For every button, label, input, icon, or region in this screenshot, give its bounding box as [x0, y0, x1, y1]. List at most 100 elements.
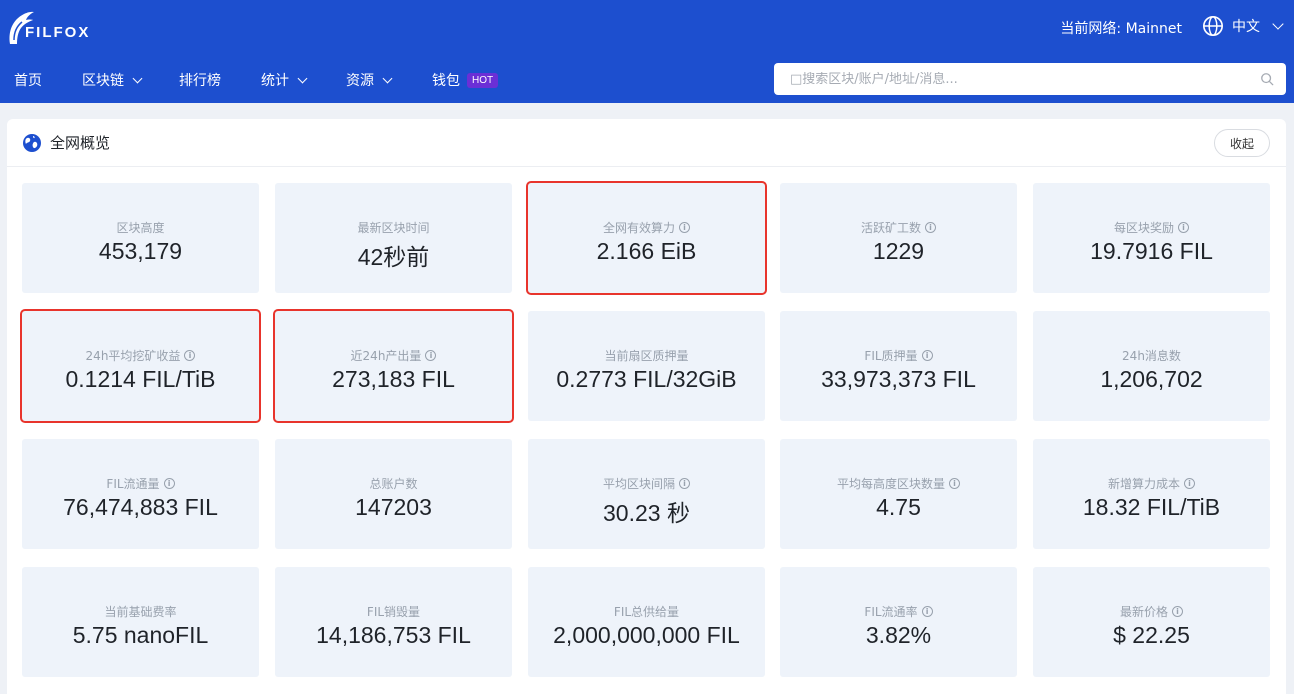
search-icon[interactable] [1260, 72, 1274, 86]
stat-label-text: FIL流通量 [106, 477, 160, 491]
stat-card: FIL销毁量 14,186,753 FIL [275, 567, 512, 677]
stat-label: 当前扇区质押量 [528, 347, 765, 364]
info-icon[interactable]: i [949, 478, 960, 489]
info-icon[interactable]: i [1184, 478, 1195, 489]
stat-label-text: FIL流通率 [864, 605, 918, 619]
stat-card: 区块高度 453,179 [22, 183, 259, 293]
top-header: FILFOX 当前网络: Mainnet 中文 首页 区块链 排行榜 统计 资源 [0, 0, 1294, 103]
info-icon[interactable]: i [679, 478, 690, 489]
info-icon[interactable]: i [925, 222, 936, 233]
stat-value: 2,000,000,000 FIL [553, 622, 740, 648]
stat-label-text: 全网有效算力 [602, 221, 675, 235]
nav-resources[interactable]: 资源 [346, 70, 393, 90]
stat-label: 新增算力成本 i [1033, 475, 1270, 492]
stat-label-text: FIL质押量 [864, 349, 918, 363]
info-icon[interactable]: i [1172, 606, 1183, 617]
stat-value: 33,973,373 FIL [821, 366, 976, 392]
stat-card: 最新价格 i $ 22.25 [1033, 567, 1270, 677]
info-icon[interactable]: i [921, 606, 933, 617]
stat-card: 活跃矿工数 i 1229 [780, 183, 1017, 293]
stat-label: 全网有效算力 i [528, 219, 765, 236]
stat-label: FIL销毁量 [275, 603, 512, 620]
stat-label: 区块高度 [22, 219, 259, 236]
stat-label-text: 区块高度 [116, 221, 165, 235]
info-icon[interactable]: i [679, 222, 690, 233]
stat-value: 1229 [872, 238, 925, 264]
stat-label: 近24h产出量 i [275, 347, 512, 364]
stat-label-text: 24h消息数 [1122, 349, 1181, 363]
stat-label: 每区块奖励 i [1033, 219, 1270, 236]
stat-label-text: 最新价格 [1119, 605, 1168, 619]
stat-value: 42秒前 [357, 244, 430, 270]
stat-label-text: 当前基础费率 [104, 605, 177, 619]
stat-label-text: 24h平均挖矿收益 [85, 349, 181, 363]
stat-value: 453,179 [98, 238, 183, 264]
nav-wallet[interactable]: 钱包 HOT [432, 70, 499, 90]
nav-ranking[interactable]: 排行榜 [179, 70, 221, 90]
stat-value: $ 22.25 [1113, 622, 1190, 648]
stat-label-text: 最新区块时间 [357, 221, 430, 235]
nav-label: 资源 [346, 73, 374, 89]
stat-value: 5.75 nanoFIL [72, 622, 209, 648]
stat-label: 平均每高度区块数量 i [780, 475, 1017, 492]
globe-icon [1203, 16, 1223, 36]
stat-label-text: 当前扇区质押量 [604, 349, 689, 363]
stat-label-text: 总账户数 [369, 477, 418, 491]
stat-value: 30.23 秒 [603, 500, 690, 526]
nav-blockchain[interactable]: 区块链 [82, 70, 143, 90]
nav-stats[interactable]: 统计 [261, 70, 308, 90]
language-label: 中文 [1232, 19, 1260, 35]
stat-card: 全网有效算力 i 2.166 EiB [526, 181, 767, 295]
stat-card: 平均区块间隔 i 30.23 秒 [528, 439, 765, 549]
stat-label: 24h平均挖矿收益 i [22, 347, 259, 364]
chevron-down-icon [297, 73, 308, 83]
language-switcher[interactable]: 中文 [1202, 15, 1284, 37]
panel-title-text: 全网概览 [50, 134, 111, 152]
search-input[interactable] [790, 71, 1260, 87]
chevron-down-icon [382, 73, 393, 83]
main-nav: 首页 区块链 排行榜 统计 资源 钱包 HOT [0, 66, 499, 94]
stat-value: 19.7916 FIL [1090, 238, 1213, 264]
stat-card: 最新区块时间 42秒前 [275, 183, 512, 293]
panel-header: 全网概览 收起 [7, 119, 1286, 167]
stat-label: FIL流通率 i [780, 603, 1017, 620]
stat-label-text: FIL总供给量 [613, 605, 680, 619]
stat-card: 每区块奖励 i 19.7916 FIL [1033, 183, 1270, 293]
info-icon[interactable]: i [184, 350, 196, 361]
stat-card: 24h平均挖矿收益 i 0.1214 FIL/TiB [20, 309, 261, 423]
info-icon[interactable]: i [1178, 222, 1189, 233]
stat-value: 1,206,702 [1100, 366, 1203, 392]
nav-label: 区块链 [82, 73, 124, 89]
stat-value: 147203 [355, 494, 432, 520]
stat-label: 总账户数 [275, 475, 512, 492]
nav-home[interactable]: 首页 [14, 70, 42, 90]
panel-title: 全网概览 [22, 132, 110, 153]
info-icon[interactable]: i [163, 478, 175, 489]
stat-label-text: FIL销毁量 [366, 605, 421, 619]
overview-panel: 全网概览 收起 区块高度 453,179 最新区块时间 42秒前 全网有效算力 i 2.16… [7, 119, 1286, 694]
stat-label-text: 新增算力成本 [1107, 477, 1180, 491]
stat-label: 24h消息数 [1033, 347, 1270, 364]
stat-card: 当前基础费率 5.75 nanoFIL [22, 567, 259, 677]
info-icon[interactable]: i [425, 350, 437, 361]
stat-label-text: 平均区块间隔 [602, 477, 675, 491]
nav-label: 首页 [14, 73, 42, 89]
stat-value: 0.1214 FIL/TiB [65, 366, 216, 392]
stat-label: 最新区块时间 [275, 219, 512, 236]
collapse-button[interactable]: 收起 [1214, 129, 1270, 157]
stat-label: FIL流通量 i [22, 475, 259, 492]
stat-label-text: 每区块奖励 [1113, 221, 1174, 235]
stat-card: 总账户数 147203 [275, 439, 512, 549]
search-box[interactable] [774, 63, 1286, 95]
earth-icon [23, 133, 41, 152]
stat-value: 76,474,883 FIL [63, 494, 218, 520]
stat-card: 近24h产出量 i 273,183 FIL [273, 309, 514, 423]
stat-value: 2.166 EiB [596, 238, 697, 264]
stat-value: 14,186,753 FIL [316, 622, 471, 648]
stat-value: 18.32 FIL/TiB [1082, 494, 1221, 520]
stat-label: FIL质押量 i [780, 347, 1017, 364]
stat-card: FIL总供给量 2,000,000,000 FIL [528, 567, 765, 677]
info-icon[interactable]: i [921, 350, 933, 361]
stat-value: 3.82% [865, 622, 932, 648]
stat-card: 24h消息数 1,206,702 [1033, 311, 1270, 421]
